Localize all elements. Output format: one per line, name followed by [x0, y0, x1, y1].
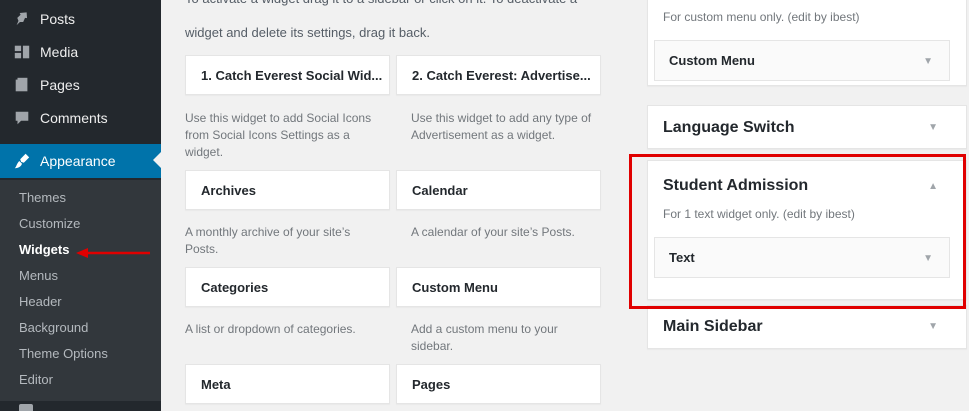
chevron-down-icon[interactable]: ▼ [923, 56, 933, 67]
submenu-item-header[interactable]: Header [19, 294, 62, 309]
widget-pages[interactable]: Pages [396, 364, 601, 404]
media-icon [4, 42, 40, 62]
admin-sidebar: Posts Media Pages Comments Appearance Th… [0, 0, 161, 411]
menu-item-appearance[interactable]: Appearance [0, 144, 161, 178]
pages-icon [4, 75, 40, 95]
red-arrow-annotation [76, 248, 150, 258]
chevron-down-icon[interactable]: ▼ [928, 122, 938, 133]
submenu-item-widgets[interactable]: Widgets [19, 242, 69, 257]
chevron-down-icon[interactable]: ▼ [928, 321, 938, 332]
placed-widget-custom-menu[interactable]: Custom Menu ▼ [654, 40, 950, 81]
widget-description: A list or dropdown of categories. [185, 322, 356, 336]
widget-custom-menu[interactable]: Custom Menu [396, 267, 601, 307]
widget-description: Add a custom menu to your sidebar. [411, 322, 558, 353]
appearance-icon [4, 151, 40, 171]
appearance-submenu: Themes Customize Widgets Menus Header Ba… [0, 180, 161, 401]
menu-item-pages[interactable]: Pages [0, 68, 161, 101]
menu-item-label: Pages [40, 76, 80, 93]
menu-item-label: Appearance [40, 153, 116, 169]
sidebar-description: For custom menu only. (edit by ibest) [663, 10, 860, 24]
red-highlight-annotation [629, 154, 966, 309]
widget-archives[interactable]: Archives [185, 170, 390, 210]
plugin-icon [19, 404, 33, 411]
comments-icon [4, 108, 40, 128]
menu-item-label: Comments [40, 109, 108, 126]
submenu-item-themes[interactable]: Themes [19, 190, 66, 205]
menu-item-label: Posts [40, 10, 76, 27]
widget-categories[interactable]: Categories [185, 267, 390, 307]
submenu-item-editor[interactable]: Editor [19, 372, 53, 387]
pin-icon [4, 9, 40, 29]
widget-description: Use this widget to add Social Icons from… [185, 111, 372, 159]
submenu-item-background[interactable]: Background [19, 320, 88, 335]
submenu-item-menus[interactable]: Menus [19, 268, 58, 283]
widget-catch-everest-advertisement[interactable]: 2. Catch Everest: Advertise... [396, 55, 601, 95]
widget-catch-everest-social[interactable]: 1. Catch Everest Social Wid... [185, 55, 390, 95]
next-menu-item[interactable] [0, 401, 161, 411]
widget-calendar[interactable]: Calendar [396, 170, 601, 210]
sidebar-title: Main Sidebar [663, 318, 763, 335]
intro-text-cut: To activate a widget drag it to a sideba… [185, 0, 577, 8]
widget-description: A calendar of your site’s Posts. [411, 225, 575, 239]
placed-widget-title: Custom Menu [669, 53, 755, 68]
menu-item-media[interactable]: Media [0, 35, 161, 68]
widget-description: A monthly archive of your site’s Posts. [185, 225, 351, 256]
widget-description: Use this widget to add any type of Adver… [411, 111, 592, 142]
widget-meta[interactable]: Meta [185, 364, 390, 404]
sidebar-title: Language Switch [663, 119, 795, 136]
menu-item-label: Media [40, 43, 79, 60]
submenu-item-theme-options[interactable]: Theme Options [19, 346, 108, 361]
menu-item-comments[interactable]: Comments [0, 101, 161, 134]
sidebar-panel-language-switch[interactable]: Language Switch ▼ [647, 105, 967, 149]
sidebar-panel-main-sidebar[interactable]: Main Sidebar ▼ [647, 305, 967, 349]
intro-text: widget and delete its settings, drag it … [185, 25, 430, 40]
menu-item-posts[interactable]: Posts [0, 2, 161, 35]
submenu-item-customize[interactable]: Customize [19, 216, 80, 231]
